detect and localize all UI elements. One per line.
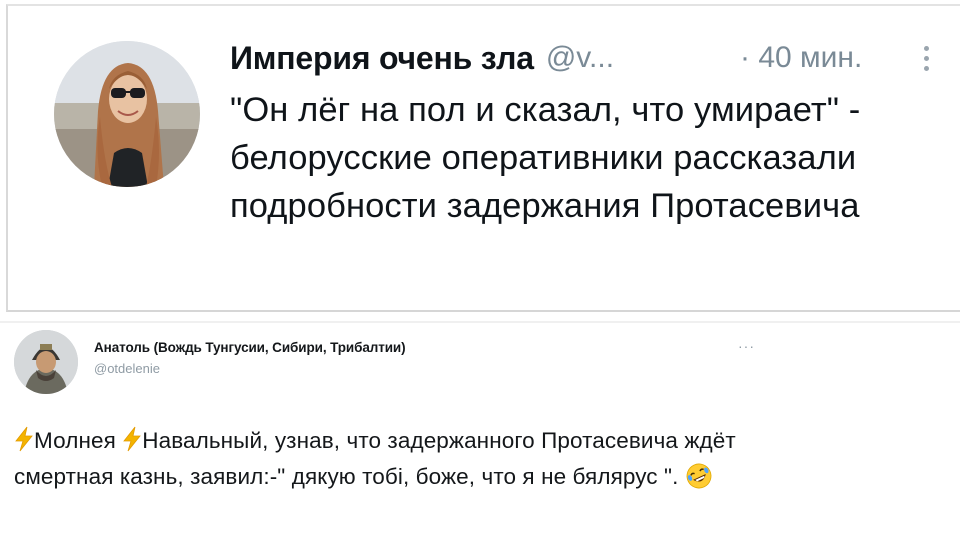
divider	[0, 321, 960, 323]
lightning-emoji-icon	[123, 426, 142, 452]
author-handle[interactable]: @v...	[546, 41, 614, 75]
author-handle[interactable]: @otdelenie	[94, 361, 160, 376]
tweet-text: "Он лёг на пол и сказал, что умирает" - …	[230, 91, 861, 225]
tweet-header: Империя очень зла @v... · 40 мин.	[230, 36, 950, 80]
avatar[interactable]	[14, 330, 78, 394]
author-name[interactable]: Анатоль (Вождь Тунгусии, Сибири, Трибалт…	[94, 340, 406, 355]
rolling-laughing-emoji-icon	[686, 463, 712, 489]
avatar-photo	[14, 330, 78, 394]
avatar[interactable]	[54, 41, 200, 187]
avatar-photo	[54, 41, 200, 187]
timestamp[interactable]: · 40 мин.	[740, 36, 862, 80]
more-horizontal-icon[interactable]: ···	[738, 338, 755, 354]
tweet-text-part1: Молнея	[34, 428, 116, 453]
more-vertical-icon[interactable]	[922, 46, 930, 78]
lightning-emoji-icon	[15, 426, 33, 452]
tweet-text: Молнея Навальный, узнав, что задержанног…	[14, 423, 774, 495]
author-name[interactable]: Империя очень зла	[230, 40, 534, 77]
tweet-card-1[interactable]: Империя очень зла @v... · 40 мин. "Он лё…	[6, 4, 960, 312]
